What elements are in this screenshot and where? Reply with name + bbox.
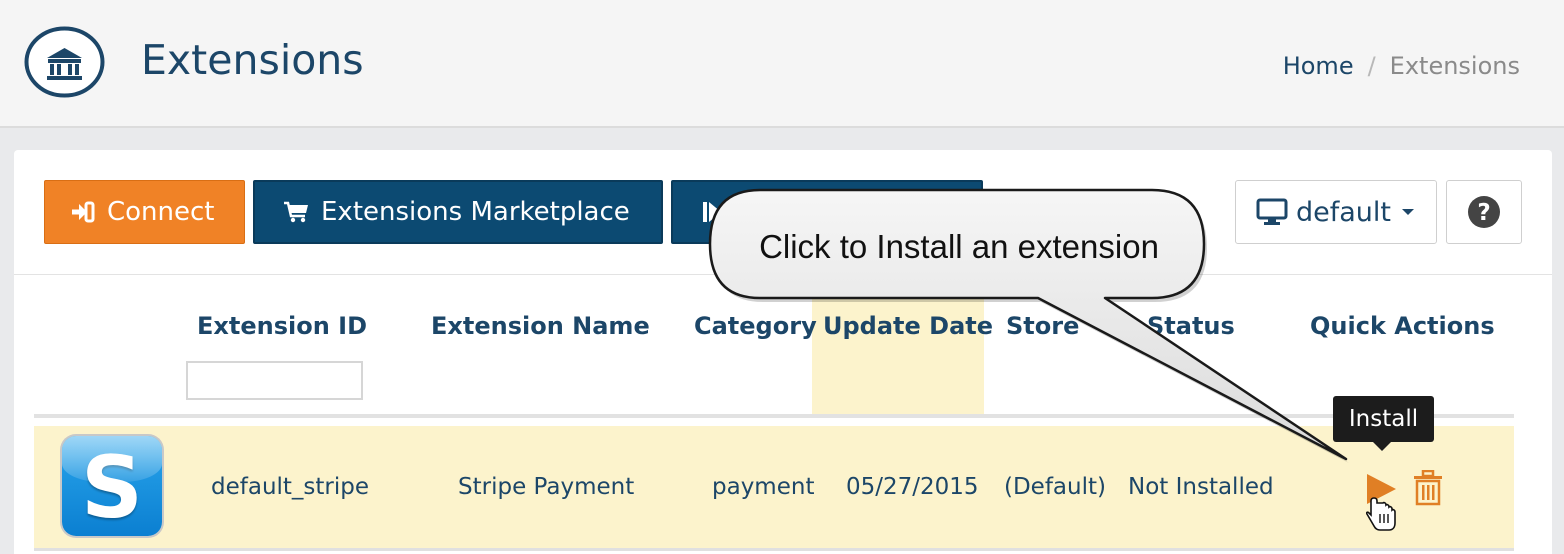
breadcrumb-separator: /: [1367, 52, 1376, 80]
marketplace-label: Extensions Marketplace: [321, 197, 630, 227]
column-header-extension-name[interactable]: Extension Name: [431, 312, 650, 340]
page-title: Extensions: [141, 36, 364, 84]
cell-store: (Default): [1004, 474, 1106, 500]
column-header-category[interactable]: Category: [694, 312, 817, 340]
help-button[interactable]: ?: [1446, 180, 1522, 244]
header-divider: [34, 414, 1514, 418]
breadcrumb: Home / Extensions: [1283, 52, 1520, 80]
page-header: Extensions Home / Extensions: [0, 0, 1564, 128]
row-divider: [34, 548, 1514, 551]
connect-label: Connect: [107, 197, 215, 227]
column-header-extension-id[interactable]: Extension ID: [197, 312, 367, 340]
desktop-icon: [1256, 198, 1288, 225]
breadcrumb-current: Extensions: [1389, 52, 1520, 80]
stripe-extension-icon: S: [62, 436, 162, 536]
hand-pointer-cursor-icon: [1366, 497, 1396, 531]
extension-id-filter-input[interactable]: [186, 361, 363, 400]
shopping-cart-icon: [284, 201, 308, 223]
step-forward-icon: [703, 202, 721, 222]
cell-extension-name: Stripe Payment: [458, 474, 635, 500]
tooltip-arrow: [1372, 441, 1392, 451]
breadcrumb-home-link[interactable]: Home: [1283, 52, 1354, 80]
icon-gloss: [62, 436, 162, 482]
install-extension-label: Install Extension: [735, 197, 950, 227]
svg-text:?: ?: [1477, 200, 1490, 226]
toolbar-divider: [14, 274, 1552, 275]
cell-status: Not Installed: [1128, 474, 1274, 500]
column-header-store[interactable]: Store: [1006, 312, 1079, 340]
sign-in-icon: [72, 201, 95, 223]
connect-button[interactable]: Connect: [44, 180, 245, 244]
store-dropdown[interactable]: default: [1235, 180, 1437, 244]
column-header-update-date[interactable]: Update Date: [823, 312, 993, 340]
callout-text: Click to Install an extension: [759, 228, 1159, 265]
column-header-quick-actions: Quick Actions: [1310, 312, 1495, 340]
sorted-column-highlight: [812, 276, 984, 418]
bank-icon: [24, 26, 105, 98]
install-tooltip: Install: [1333, 396, 1434, 442]
store-label: default: [1296, 196, 1392, 228]
trash-icon[interactable]: [1412, 470, 1444, 506]
caret-down-icon: [1402, 209, 1415, 215]
question-circle-icon: ?: [1468, 196, 1500, 228]
cell-extension-id: default_stripe: [211, 474, 370, 500]
cell-update-date: 05/27/2015: [846, 474, 979, 500]
column-header-status[interactable]: Status: [1147, 312, 1235, 340]
cell-category: payment: [712, 474, 815, 500]
extensions-marketplace-button[interactable]: Extensions Marketplace: [253, 180, 663, 244]
